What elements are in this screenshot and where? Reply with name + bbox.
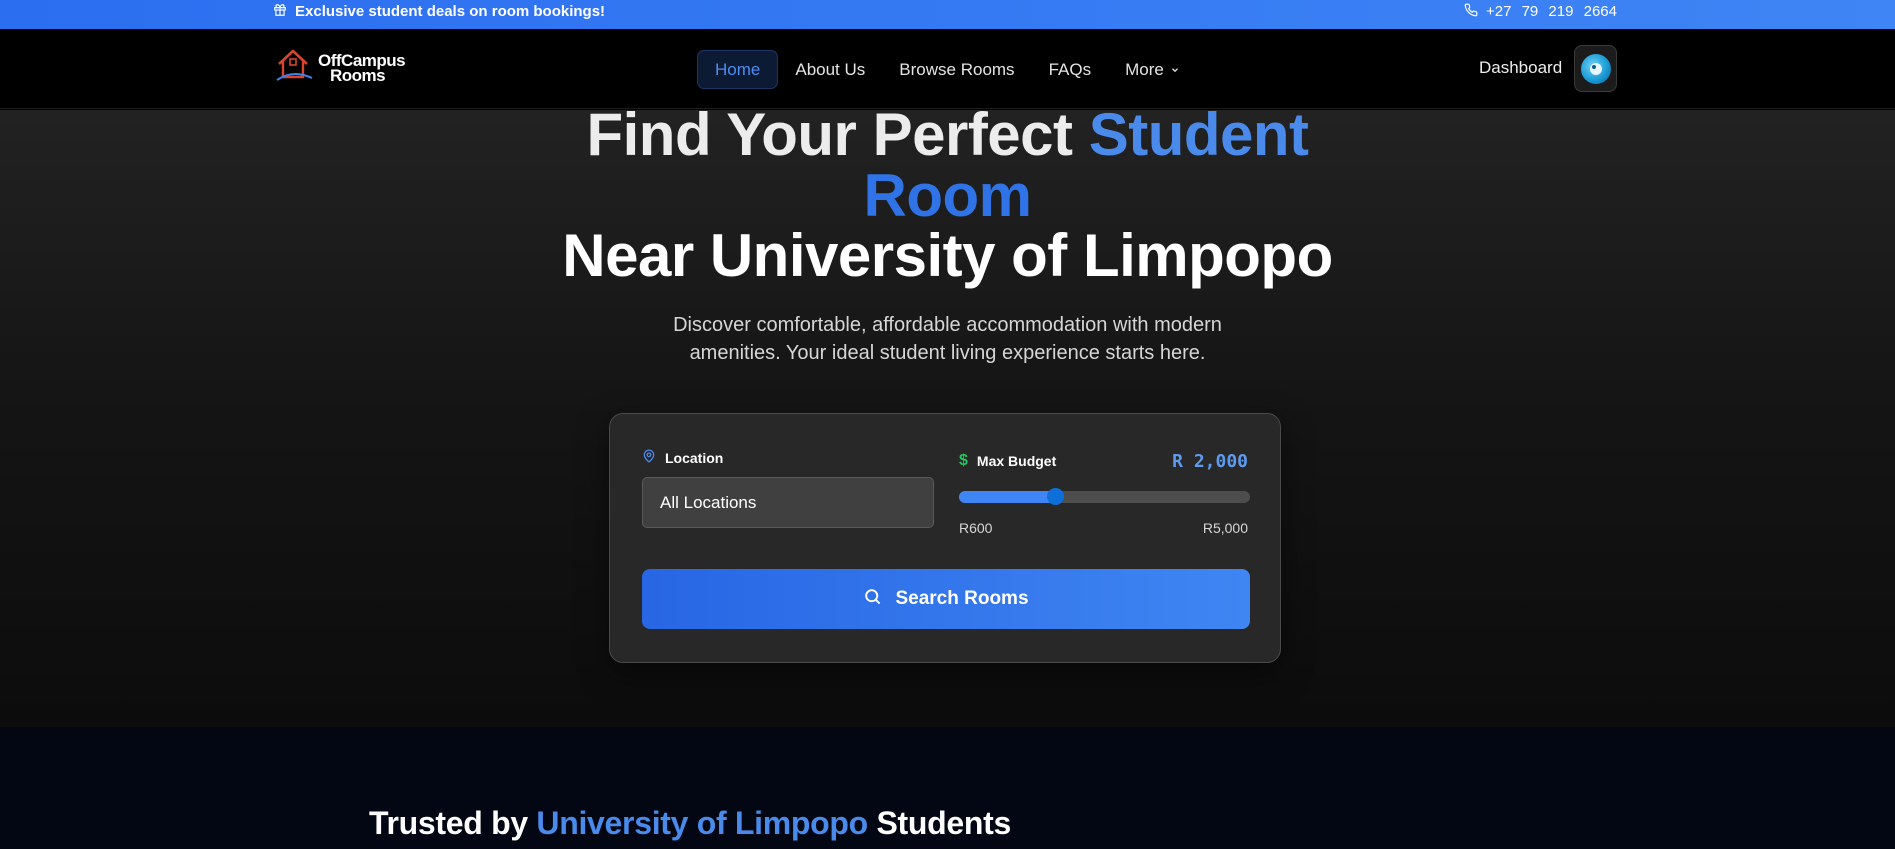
nav-more[interactable]: More	[1108, 50, 1197, 89]
promo-text: Exclusive student deals on room bookings…	[295, 3, 606, 20]
hero-title-highlight-2: Room	[863, 162, 1032, 229]
trusted-title: Trusted by University of Limpopo Student…	[369, 805, 1011, 842]
budget-min: R600	[959, 520, 993, 536]
budget-value: R 2,000	[1172, 451, 1248, 472]
hero-subtitle-line2: amenities. Your ideal student living exp…	[689, 342, 1206, 364]
location-label: Location	[642, 448, 723, 467]
budget-slider-fill	[959, 491, 1056, 503]
promo-message: Exclusive student deals on room bookings…	[273, 0, 605, 23]
budget-slider-thumb[interactable]	[1047, 488, 1065, 505]
search-rooms-button[interactable]: Search Rooms	[642, 569, 1250, 629]
hero-title-highlight-1: Student	[1088, 101, 1309, 168]
dashboard-link[interactable]: Dashboard	[1479, 58, 1562, 78]
user-avatar[interactable]	[1574, 45, 1617, 92]
hero-title-line2: Room	[0, 166, 1895, 226]
location-label-text: Location	[665, 449, 724, 466]
brand-name: OffCampus Rooms	[318, 52, 406, 85]
trusted-highlight: University of Limpopo	[536, 805, 868, 841]
brand-logo[interactable]: OffCampus Rooms	[276, 47, 406, 88]
nav-about-us[interactable]: About Us	[778, 50, 882, 89]
avatar-image	[1580, 53, 1611, 84]
trusted-prefix: Trusted by	[369, 805, 537, 841]
hero-title-line3: Near University of Limpopo	[562, 222, 1333, 289]
promo-bar: Exclusive student deals on room bookings…	[0, 0, 1895, 29]
phone-number: +27 79 219 2664	[1485, 3, 1617, 20]
hero-subtitle-line1: Discover comfortable, affordable accommo…	[673, 314, 1222, 336]
hero-title-part1: Find Your Perfect	[586, 101, 1089, 168]
phone-contact[interactable]: +27 79 219 2664	[1464, 0, 1617, 23]
trusted-section: Trusted by University of Limpopo Student…	[0, 727, 1895, 849]
nav-browse-rooms[interactable]: Browse Rooms	[882, 50, 1031, 89]
map-pin-icon	[642, 448, 656, 467]
brand-line2: Rooms	[330, 65, 386, 85]
main-nav: Home About Us Browse Rooms FAQs More	[697, 50, 1197, 89]
house-logo-icon	[276, 47, 314, 88]
trusted-suffix: Students	[867, 805, 1011, 841]
gift-icon	[273, 3, 287, 21]
chevron-down-icon	[1170, 60, 1180, 80]
budget-label: $ Max Budget	[959, 452, 1056, 470]
search-icon	[863, 587, 882, 612]
navbar: OffCampus Rooms Home About Us Browse Roo…	[0, 29, 1895, 109]
budget-label-text: Max Budget	[976, 453, 1057, 469]
hero-subtitle: Discover comfortable, affordable accommo…	[0, 311, 1895, 367]
search-card: Location All Locations $ Max Budget R 2,…	[609, 413, 1281, 663]
search-rooms-label: Search Rooms	[895, 588, 1029, 609]
budget-slider[interactable]	[959, 488, 1250, 505]
hero-title-line1: Find Your Perfect Student	[0, 105, 1895, 165]
dollar-icon: $	[959, 452, 968, 469]
nav-home[interactable]: Home	[697, 50, 779, 89]
phone-icon	[1464, 3, 1478, 21]
nav-faqs[interactable]: FAQs	[1032, 50, 1109, 89]
nav-more-label: More	[1125, 59, 1164, 79]
location-select[interactable]: All Locations	[642, 477, 934, 528]
budget-max: R5,000	[1202, 520, 1248, 536]
